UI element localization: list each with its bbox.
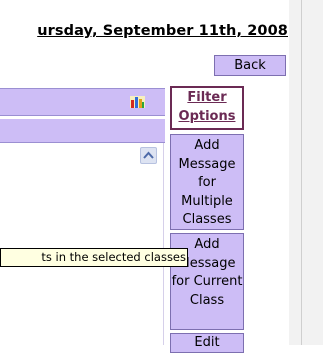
page-date-title: ursday, September 11th, 2008 bbox=[37, 23, 288, 39]
messages-panel-body bbox=[0, 143, 165, 345]
button-label-line: Class bbox=[189, 292, 225, 308]
filter-options-line1: Filter bbox=[187, 90, 227, 105]
add-message-multiple-classes-button[interactable]: Add Message for Multiple Classes bbox=[170, 134, 244, 230]
filter-options-line2: Options bbox=[178, 109, 236, 124]
button-label-line: for Multiple bbox=[181, 175, 233, 209]
edit-button[interactable]: Edit bbox=[170, 333, 244, 353]
right-side-strip bbox=[289, 0, 323, 345]
messages-panel-subheader bbox=[0, 119, 165, 143]
scroll-up-button[interactable] bbox=[140, 147, 157, 164]
filter-options-link[interactable]: Filter Options bbox=[170, 86, 244, 130]
button-label-line: Edit bbox=[194, 335, 220, 350]
button-label-line: Classes bbox=[182, 212, 232, 227]
back-button[interactable]: Back bbox=[214, 55, 286, 76]
bar-chart-icon[interactable] bbox=[130, 96, 145, 108]
right-divider bbox=[301, 0, 302, 345]
panel-scroll-divider bbox=[163, 143, 164, 345]
button-label-line: Add bbox=[194, 138, 220, 153]
button-label-line: for Current bbox=[171, 274, 243, 289]
button-label-line: Message bbox=[178, 156, 236, 172]
tooltip: ts in the selected classes bbox=[0, 248, 188, 267]
